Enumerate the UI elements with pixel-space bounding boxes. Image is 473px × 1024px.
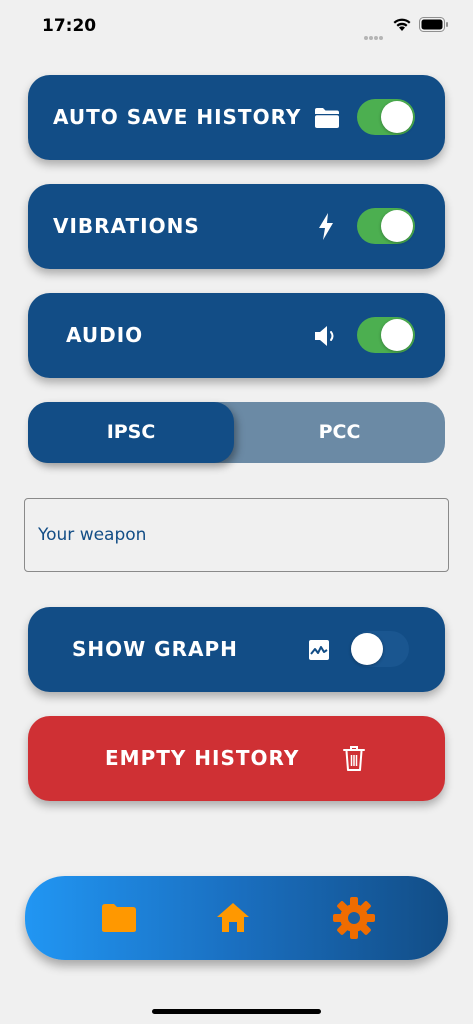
auto-save-toggle[interactable] bbox=[357, 99, 415, 135]
bottom-navigation bbox=[25, 876, 448, 960]
toggle-knob bbox=[381, 319, 413, 351]
show-graph-row: SHOW GRAPH bbox=[28, 607, 445, 692]
wifi-icon bbox=[393, 18, 411, 31]
discipline-segment: IPSC PCC bbox=[28, 402, 445, 463]
toggle-knob bbox=[381, 101, 413, 133]
battery-icon bbox=[419, 17, 448, 32]
graph-icon bbox=[309, 640, 329, 660]
vibrations-label: VIBRATIONS bbox=[53, 214, 200, 238]
status-bar: 17:20 bbox=[0, 0, 473, 50]
show-graph-toggle[interactable] bbox=[351, 631, 409, 667]
status-time: 17:20 bbox=[42, 16, 97, 36]
folder-icon bbox=[315, 108, 339, 128]
home-icon bbox=[217, 903, 249, 932]
show-graph-label: SHOW GRAPH bbox=[72, 637, 238, 661]
folder-icon bbox=[102, 904, 136, 932]
home-indicator bbox=[152, 1009, 321, 1014]
segment-option-ipsc[interactable]: IPSC bbox=[28, 402, 234, 463]
audio-toggle[interactable] bbox=[357, 317, 415, 353]
vibrations-toggle[interactable] bbox=[357, 208, 415, 244]
auto-save-history-label: AUTO SAVE HISTORY bbox=[53, 105, 302, 129]
toggle-knob bbox=[351, 633, 383, 665]
gear-icon bbox=[333, 897, 375, 939]
empty-history-label: EMPTY HISTORY bbox=[105, 746, 300, 770]
audio-label: AUDIO bbox=[66, 323, 144, 347]
nav-settings-button[interactable] bbox=[324, 876, 384, 960]
signal-icon bbox=[364, 27, 384, 45]
segment-label-ipsc: IPSC bbox=[106, 421, 156, 443]
nav-home-button[interactable] bbox=[203, 876, 263, 960]
speaker-icon bbox=[315, 326, 334, 346]
audio-row: AUDIO bbox=[28, 293, 445, 378]
lightning-icon bbox=[319, 213, 333, 240]
weapon-input[interactable] bbox=[24, 498, 449, 572]
trash-icon bbox=[343, 746, 365, 771]
nav-history-button[interactable] bbox=[89, 876, 149, 960]
empty-history-button[interactable]: EMPTY HISTORY bbox=[28, 716, 445, 801]
auto-save-history-row: AUTO SAVE HISTORY bbox=[28, 75, 445, 160]
segment-option-pcc[interactable]: PCC bbox=[234, 402, 445, 463]
toggle-knob bbox=[381, 210, 413, 242]
vibrations-row: VIBRATIONS bbox=[28, 184, 445, 269]
